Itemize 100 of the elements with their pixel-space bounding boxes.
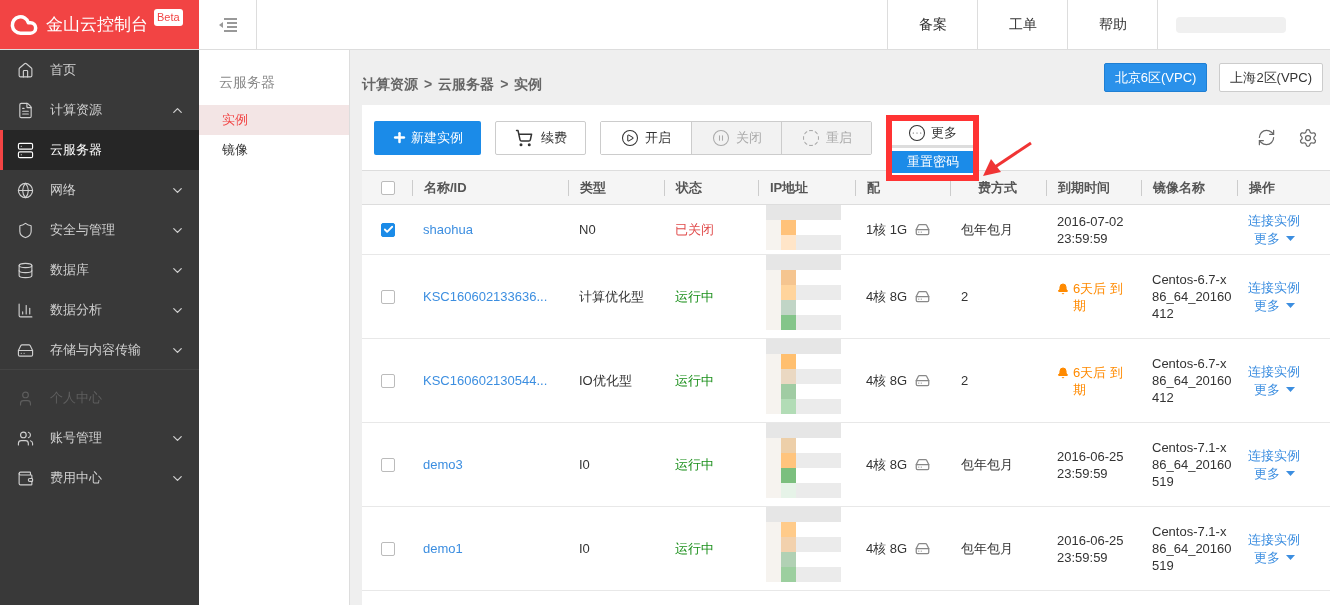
column-header: 类型 <box>580 178 606 197</box>
connect-instance-link[interactable]: 连接实例 <box>1248 530 1300 549</box>
header-link[interactable]: 帮助 <box>1067 0 1157 49</box>
drive-icon <box>17 341 34 359</box>
more-dropdown-link[interactable]: 更多 <box>1248 296 1295 315</box>
brand-title: 金山云控制台 <box>46 13 148 36</box>
type-cell: I0 <box>579 456 590 472</box>
column-header: 到期时间 <box>1058 178 1110 197</box>
breadcrumb-link[interactable]: 计算资源 <box>362 74 418 95</box>
users-icon <box>17 429 34 447</box>
bell-icon <box>1057 282 1069 295</box>
pause-icon <box>711 128 730 147</box>
config-cell-text: 4核 8G <box>866 371 908 390</box>
sidebar-item[interactable]: 网络 <box>0 170 199 210</box>
row-checkbox[interactable] <box>381 222 395 237</box>
instance-name-link[interactable]: KSC160602130544... <box>423 372 548 388</box>
billing-cell: 2 <box>961 288 969 304</box>
header-link[interactable]: 备案 <box>887 0 977 49</box>
more-dropdown-link[interactable]: 更多 <box>1248 229 1295 248</box>
status-text: 已关闭 <box>675 221 714 237</box>
status-text: 运行中 <box>675 372 714 388</box>
sidebar-item[interactable]: 数据分析 <box>0 290 199 330</box>
settings-icon[interactable] <box>1298 127 1318 148</box>
database-icon <box>17 261 34 279</box>
row-checkbox[interactable] <box>381 457 395 472</box>
billing-cell: 包年包月 <box>961 540 1013 556</box>
reset-password-menu-item[interactable]: 重置密码 <box>892 150 973 173</box>
select-all-checkbox[interactable] <box>381 180 395 195</box>
region-button[interactable]: 上海2区(VPC) <box>1219 63 1323 92</box>
config-cell-text: 4核 8G <box>866 287 908 306</box>
status-text: 运行中 <box>675 456 714 472</box>
image-name-cell: Centos-6.7-x86_64_20160412 <box>1152 271 1233 322</box>
column-header: 费方式 <box>978 178 1017 197</box>
billing-cell: 2 <box>961 372 969 388</box>
sidebar-item[interactable]: 费用中心 <box>0 458 199 498</box>
sidebar-item[interactable]: 云服务器 <box>0 130 199 170</box>
globe-icon <box>17 181 34 199</box>
config-cell-text: 4核 8G <box>866 455 908 474</box>
column-header: 镜像名称 <box>1153 178 1205 197</box>
caret-down-icon <box>1286 303 1295 308</box>
region-button[interactable]: 北京6区(VPC) <box>1103 63 1208 92</box>
breadcrumb-separator: > <box>424 75 433 94</box>
image-name-cell: Centos-7.1-x86_64_20160519 <box>1152 439 1233 490</box>
connect-instance-link[interactable]: 连接实例 <box>1248 446 1300 465</box>
status-text: 运行中 <box>675 288 714 304</box>
image-name-cell: Centos-7.1-x86_64_20160519 <box>1152 523 1233 574</box>
subnav-item[interactable]: 镜像 <box>199 135 349 165</box>
connect-instance-link[interactable]: 连接实例 <box>1248 278 1300 297</box>
caret-down-icon <box>1286 387 1295 392</box>
more-dropdown-link[interactable]: 更多 <box>1248 380 1295 399</box>
bell-icon <box>1057 366 1069 379</box>
type-cell: N0 <box>579 221 596 237</box>
shield-icon <box>17 221 34 239</box>
row-checkbox[interactable] <box>381 373 395 388</box>
header-link[interactable]: 工单 <box>977 0 1067 49</box>
wallet-icon <box>17 469 34 487</box>
row-checkbox[interactable] <box>381 541 395 556</box>
sidebar-item[interactable]: 计算资源 <box>0 90 199 130</box>
more-dropdown-link[interactable]: 更多 <box>1248 464 1295 483</box>
renew-button[interactable]: 续费 <box>495 120 586 155</box>
arrow-drawing <box>981 140 1033 179</box>
expiry-warning: 6天后 到期 <box>1073 363 1124 398</box>
config-cell-text: 1核 1G <box>866 220 908 239</box>
bar-chart-icon <box>17 301 34 319</box>
refresh-icon[interactable] <box>1257 128 1276 147</box>
sidebar-item[interactable]: 账号管理 <box>0 418 199 458</box>
type-cell: 计算优化型 <box>579 288 644 304</box>
check-icon <box>382 224 394 235</box>
more-dropdown-link[interactable]: 更多 <box>1248 548 1295 567</box>
sidebar-item[interactable]: 数据库 <box>0 250 199 290</box>
connect-instance-link[interactable]: 连接实例 <box>1248 362 1300 381</box>
sidebar-item[interactable]: 存储与内容传输 <box>0 330 199 370</box>
instance-name-link[interactable]: demo3 <box>423 456 463 472</box>
breadcrumb-link[interactable]: 实例 <box>514 74 543 95</box>
house-icon <box>17 61 34 79</box>
config-cell-text: 4核 8G <box>866 539 908 558</box>
caret-down-icon <box>1286 555 1295 560</box>
row-checkbox[interactable] <box>381 289 395 304</box>
instance-name-link[interactable]: demo1 <box>423 540 463 556</box>
instance-name-link[interactable]: shaohua <box>423 221 473 237</box>
connect-instance-link[interactable]: 连接实例 <box>1248 211 1300 230</box>
user-icon <box>17 389 34 407</box>
column-header: 操作 <box>1249 178 1275 197</box>
caret-down-icon <box>1286 236 1295 241</box>
column-header: IP地址 <box>770 178 809 197</box>
sidebar-item[interactable]: 安全与管理 <box>0 210 199 250</box>
billing-cell: 包年包月 <box>961 456 1013 472</box>
subnav-item[interactable]: 实例 <box>199 105 349 135</box>
column-header: 状态 <box>676 178 702 197</box>
billing-cell: 包年包月 <box>961 221 1013 237</box>
create-instance-button[interactable]: 新建实例 <box>374 120 481 155</box>
cart-icon <box>514 128 533 147</box>
play-icon <box>621 128 639 147</box>
server-icon <box>17 141 34 159</box>
ellipsis-icon <box>908 123 926 142</box>
caret-down-icon <box>1286 471 1295 476</box>
column-header: 配 <box>867 178 880 197</box>
sidebar-item[interactable]: 首页 <box>0 50 199 90</box>
instance-name-link[interactable]: KSC160602133636... <box>423 288 548 304</box>
breadcrumb-link[interactable]: 云服务器 <box>438 74 495 95</box>
